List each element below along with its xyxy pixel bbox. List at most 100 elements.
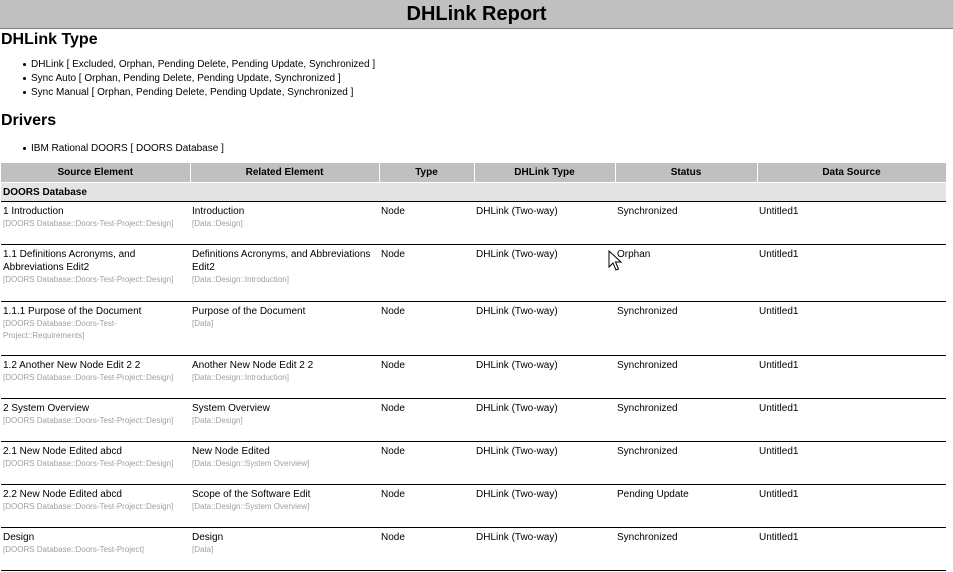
- related-element-cell: Purpose of the Document [Data]: [190, 301, 379, 356]
- dhlink-type-text: DHLink (Two-way): [476, 249, 558, 260]
- dhlink-type-cell: DHLink (Two-way): [474, 527, 615, 571]
- table-row: 1 Introduction [DOORS Database::Doors-Tes…: [1, 201, 946, 245]
- dhlink-type-heading: DHLink Type: [1, 31, 98, 48]
- related-element-path: [Data]: [192, 545, 214, 554]
- source-element-cell: Design [DOORS Database::Doors-Test-Projec…: [1, 527, 190, 571]
- status-text: Synchronized: [617, 446, 678, 457]
- data-source-text: Untitled1: [759, 306, 799, 317]
- page-title: DHLink Report: [0, 0, 953, 29]
- related-element-path: [Data::Design::Introduction]: [192, 275, 289, 284]
- data-source-text: Untitled1: [759, 403, 799, 414]
- dhlink-table: Source Element Related Element Type DHLi…: [1, 163, 947, 571]
- status-text: Synchronized: [617, 206, 678, 217]
- status-cell: Synchronized: [615, 301, 757, 356]
- mouse-cursor-icon: [608, 250, 622, 271]
- type-cell: Node: [379, 301, 474, 356]
- related-element-text: Purpose of the Document: [192, 306, 306, 317]
- column-header-related: Related Element: [190, 163, 380, 183]
- source-element-cell: 1.1 Definitions Acronyms, and Abbreviati…: [1, 244, 190, 302]
- related-element-cell: Design [Data]: [190, 527, 379, 571]
- source-element-text: 2.2 New Node Edited abcd: [3, 489, 122, 500]
- status-cell: Pending Update: [615, 484, 757, 528]
- table-header-row: Source Element Related Element Type DHLi…: [1, 163, 947, 183]
- table-row: 1.1 Definitions Acronyms, and Abbreviati…: [1, 244, 946, 302]
- list-item: Sync Auto [ Orphan, Pending Delete, Pend…: [23, 72, 953, 86]
- source-element-cell: 1.2 Another New Node Edit 2 2 [DOORS Data…: [1, 355, 190, 399]
- status-text: Synchronized: [617, 403, 678, 414]
- data-source-cell: Untitled1: [757, 441, 946, 485]
- type-cell: Node: [379, 484, 474, 528]
- type-cell: Node: [379, 355, 474, 399]
- related-element-path: [Data::Design::System Overview]: [192, 459, 310, 468]
- report-page: DHLink Report DHLink Type DHLink [ Exclu…: [0, 0, 953, 572]
- data-source-text: Untitled1: [759, 249, 799, 260]
- data-source-cell: Untitled1: [757, 244, 946, 302]
- status-cell: Orphan: [615, 244, 757, 302]
- status-text: Orphan: [617, 249, 651, 260]
- type-text: Node: [381, 306, 405, 317]
- status-cell: Synchronized: [615, 441, 757, 485]
- data-source-text: Untitled1: [759, 360, 799, 371]
- related-element-text: New Node Edited: [192, 446, 270, 457]
- type-cell: Node: [379, 244, 474, 302]
- column-header-source: Source Element: [1, 163, 191, 183]
- related-element-cell: Definitions Acronyms, and Abbreviations …: [190, 244, 379, 302]
- dhlink-type-cell: DHLink (Two-way): [474, 441, 615, 485]
- dhlink-type-list: DHLink [ Excluded, Orphan, Pending Delet…: [0, 58, 953, 100]
- related-element-path: [Data::Design]: [192, 219, 243, 228]
- related-element-text: Scope of the Software Edit: [192, 489, 311, 500]
- data-source-text: Untitled1: [759, 446, 799, 457]
- related-element-path: [Data]: [192, 319, 214, 328]
- type-text: Node: [381, 360, 405, 371]
- dhlink-type-cell: DHLink (Two-way): [474, 244, 615, 302]
- dhlink-type-cell: DHLink (Two-way): [474, 355, 615, 399]
- source-element-text: 2.1 New Node Edited abcd: [3, 446, 122, 457]
- source-element-text: 1.1 Definitions Acronyms, and Abbreviati…: [3, 249, 136, 273]
- type-text: Node: [381, 249, 405, 260]
- related-element-cell: Introduction[Data::Design]: [190, 201, 379, 245]
- dhlink-type-text: DHLink (Two-way): [476, 206, 558, 217]
- dhlink-type-text: DHLink (Two-way): [476, 446, 558, 457]
- source-element-cell: 2 System Overview [DOORS Database::Doors-…: [1, 398, 190, 442]
- related-element-path: [Data::Design]: [192, 416, 243, 425]
- related-element-text: Introduction: [192, 206, 245, 217]
- related-element-text: Another New Node Edit 2 2: [192, 360, 314, 371]
- source-element-path: [DOORS Database::Doors-Test-Project::Des…: [3, 219, 174, 228]
- table-row: 1.2 Another New Node Edit 2 2 [DOORS Data…: [1, 355, 946, 399]
- type-cell: Node: [379, 201, 474, 245]
- related-element-cell: New Node Edited[Data::Design::System Ove…: [190, 441, 379, 485]
- related-element-text: Design: [192, 532, 224, 543]
- related-element-cell: Scope of the Software Edit [Data::Design:…: [190, 484, 379, 528]
- data-source-cell: Untitled1: [757, 201, 946, 245]
- column-header-status: Status: [615, 163, 758, 183]
- source-element-path: [DOORS Database::Doors-Test-Project::Des…: [3, 459, 174, 468]
- dhlink-type-cell: DHLink (Two-way): [474, 301, 615, 356]
- dhlink-type-text: DHLink (Two-way): [476, 489, 558, 500]
- type-text: Node: [381, 206, 405, 217]
- column-header-dhlink-type: DHLink Type: [474, 163, 616, 183]
- status-cell: Synchronized: [615, 201, 757, 245]
- source-element-path: [DOORS Database::Doors-Test-Project::Des…: [3, 373, 174, 382]
- dhlink-type-cell: DHLink (Two-way): [474, 201, 615, 245]
- source-element-cell: 1.1.1 Purpose of the Document [DOORS Data…: [1, 301, 190, 356]
- drivers-list: IBM Rational DOORS [ DOORS Database ]: [0, 142, 953, 156]
- data-source-text: Untitled1: [759, 532, 799, 543]
- status-cell: Synchronized: [615, 398, 757, 442]
- type-cell: Node: [379, 441, 474, 485]
- source-element-path: [DOORS Database::Doors-Test-Project::Req…: [3, 319, 117, 340]
- data-source-cell: Untitled1: [757, 301, 946, 356]
- group-label: DOORS Database: [1, 182, 946, 202]
- related-element-text: System Overview: [192, 403, 270, 414]
- data-source-cell: Untitled1: [757, 484, 946, 528]
- data-source-text: Untitled1: [759, 489, 799, 500]
- source-element-text: Design: [3, 532, 35, 543]
- related-element-cell: System Overview[Data::Design]: [190, 398, 379, 442]
- table-row: 2 System Overview [DOORS Database::Doors-…: [1, 398, 946, 442]
- list-item: DHLink [ Excluded, Orphan, Pending Delet…: [23, 58, 953, 72]
- source-element-path: [DOORS Database::Doors-Test-Project::Des…: [3, 502, 174, 511]
- table-group-row: DOORS Database: [1, 182, 946, 202]
- list-item: Sync Manual [ Orphan, Pending Delete, Pe…: [23, 86, 953, 100]
- dhlink-type-cell: DHLink (Two-way): [474, 398, 615, 442]
- type-text: Node: [381, 532, 405, 543]
- source-element-path: [DOORS Database::Doors-Test-Project::Des…: [3, 416, 174, 425]
